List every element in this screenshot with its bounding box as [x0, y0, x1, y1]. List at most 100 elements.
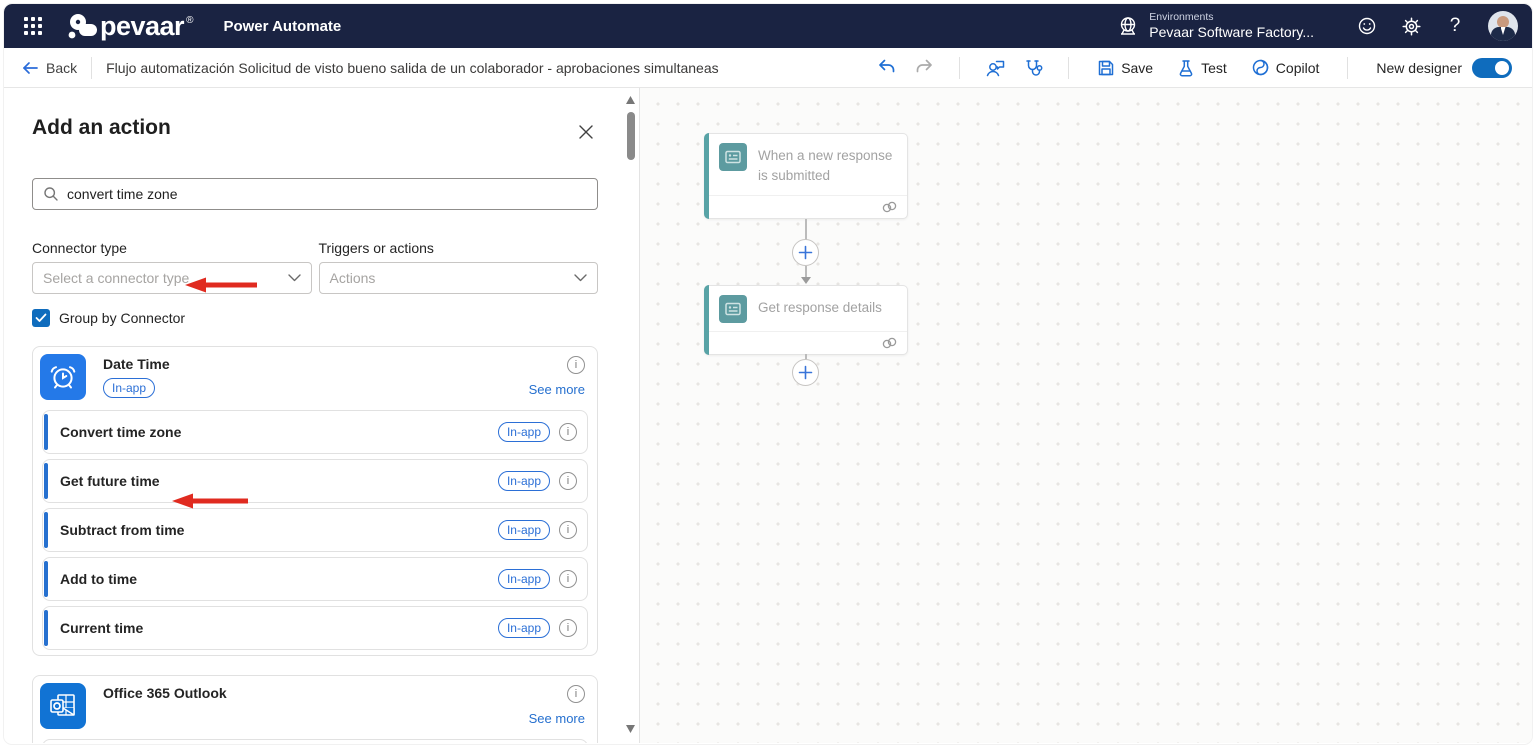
in-app-badge: In-app [497, 618, 550, 638]
in-app-badge: In-app [497, 520, 550, 540]
top-navigation-bar: pevaar ® Power Automate Environments Pev… [4, 4, 1532, 48]
close-panel-button[interactable] [574, 120, 598, 144]
toolbar-divider [1068, 56, 1070, 79]
brand-logo[interactable]: pevaar ® [66, 11, 193, 42]
app-window: pevaar ® Power Automate Environments Pev… [3, 3, 1533, 745]
connection-link-icon [882, 337, 897, 349]
brand-name: pevaar [100, 10, 185, 41]
group-name: Date Time [103, 356, 170, 372]
user-avatar[interactable] [1488, 11, 1518, 41]
group-by-connector-label: Group by Connector [59, 310, 186, 326]
flow-canvas[interactable]: When a new response is submitted Get res… [640, 88, 1532, 743]
connector-line [805, 219, 807, 240]
app-title: Power Automate [223, 17, 342, 35]
action-subtract-from-time[interactable]: Subtract from time In-app i [42, 508, 588, 552]
scrollbar-thumb[interactable] [626, 112, 635, 160]
scroll-up-icon[interactable] [626, 96, 635, 104]
see-more-link[interactable]: See more [529, 711, 585, 726]
in-app-badge: In-app [497, 422, 550, 442]
toolbar-divider [1347, 56, 1349, 79]
info-icon[interactable]: i [567, 356, 585, 374]
settings-button[interactable] [1394, 9, 1428, 43]
brand-registered-mark: ® [186, 14, 194, 26]
smiley-icon [1358, 17, 1376, 35]
info-icon[interactable]: i [559, 423, 577, 441]
see-more-link[interactable]: See more [529, 382, 585, 397]
connector-line [805, 266, 807, 277]
back-arrow-icon [23, 61, 38, 74]
trigger-node-when-a-new-response-is-submitted[interactable]: When a new response is submitted [704, 133, 908, 219]
help-icon: ? [1449, 15, 1461, 36]
microsoft-forms-icon [725, 302, 741, 316]
info-icon[interactable]: i [559, 521, 577, 539]
insert-step-button[interactable] [792, 359, 819, 386]
save-label: Save [1121, 59, 1154, 76]
group-name: Office 365 Outlook [103, 685, 227, 701]
plus-icon [798, 365, 813, 380]
connector-arrowhead-icon [800, 277, 811, 284]
test-label: Test [1201, 59, 1227, 76]
action-label: Add to time [60, 571, 137, 587]
copilot-button[interactable]: Copilot [1241, 53, 1330, 83]
back-label: Back [46, 59, 78, 76]
flow-checker-button[interactable] [978, 53, 1012, 83]
flow-title: Flujo automatización Solicitud de visto … [106, 59, 719, 76]
in-app-badge: In-app [497, 569, 550, 589]
microsoft-forms-icon [725, 150, 741, 164]
app-launcher-button[interactable] [16, 9, 50, 43]
info-icon[interactable]: i [559, 619, 577, 637]
scroll-down-icon[interactable] [626, 725, 635, 733]
test-button[interactable]: Test [1167, 53, 1237, 83]
help-button[interactable]: ? [1438, 9, 1472, 43]
redo-button[interactable] [907, 53, 941, 83]
copilot-label: Copilot [1275, 59, 1320, 76]
environment-name: Pevaar Software Factory... [1149, 23, 1314, 40]
triggers-or-actions-select[interactable]: Actions [318, 262, 598, 294]
feedback-button[interactable] [1350, 9, 1384, 43]
checkbox-checked-icon [32, 309, 50, 327]
copilot-icon [1252, 59, 1269, 76]
action-node-get-response-details[interactable]: Get response details [704, 285, 908, 355]
test-flask-icon [1179, 59, 1193, 76]
insert-step-button[interactable] [792, 239, 819, 266]
action-add-to-time[interactable]: Add to time In-app i [42, 557, 588, 601]
pevaar-logo-icon [68, 14, 97, 39]
action-convert-time-zone[interactable]: Convert time zone In-app i [42, 410, 588, 454]
repair-tips-button[interactable] [1016, 53, 1050, 83]
new-designer-toggle[interactable] [1472, 57, 1512, 78]
connector-type-label: Connector type [32, 240, 127, 256]
plus-icon [798, 245, 813, 260]
panel-scrollbar [623, 90, 638, 741]
date-time-connector-icon [40, 354, 86, 400]
stethoscope-icon [1025, 59, 1043, 76]
action-search-box [32, 178, 598, 210]
gear-icon [1401, 16, 1421, 36]
action-current-time[interactable]: Current time In-app i [42, 606, 588, 650]
connector-group-office-365-outlook: Office 365 Outlook i See more Find meeti… [32, 675, 598, 743]
chevron-down-icon [574, 274, 587, 282]
action-get-future-time[interactable]: Get future time In-app i [42, 459, 588, 503]
forms-action-icon [719, 295, 747, 323]
back-button[interactable]: Back [22, 60, 77, 76]
panel-title: Add an action [32, 116, 171, 139]
waffle-icon [24, 17, 42, 35]
undo-button[interactable] [869, 53, 903, 83]
connector-group-date-time: Date Time In-app i See more Convert time… [32, 346, 598, 656]
toolbar-divider [959, 56, 961, 79]
environment-picker[interactable]: Environments Pevaar Software Factory... [1117, 11, 1314, 42]
action-find-meeting-times-v2[interactable]: Find meeting times (V2) i [42, 739, 588, 743]
info-icon[interactable]: i [567, 685, 585, 703]
search-icon [44, 187, 58, 201]
save-button[interactable]: Save [1087, 53, 1163, 83]
action-label: Convert time zone [60, 424, 182, 440]
group-by-connector-checkbox-row[interactable]: Group by Connector [32, 309, 598, 327]
toolbar-divider [91, 56, 93, 79]
add-action-panel: Add an action Connector type [4, 88, 640, 743]
outlook-icon [50, 694, 75, 716]
info-icon[interactable]: i [559, 472, 577, 490]
save-icon [1098, 60, 1114, 75]
connector-type-select[interactable]: Select a connector type [32, 262, 312, 294]
info-icon[interactable]: i [559, 570, 577, 588]
environments-icon [1121, 17, 1136, 35]
search-input[interactable] [67, 186, 587, 202]
